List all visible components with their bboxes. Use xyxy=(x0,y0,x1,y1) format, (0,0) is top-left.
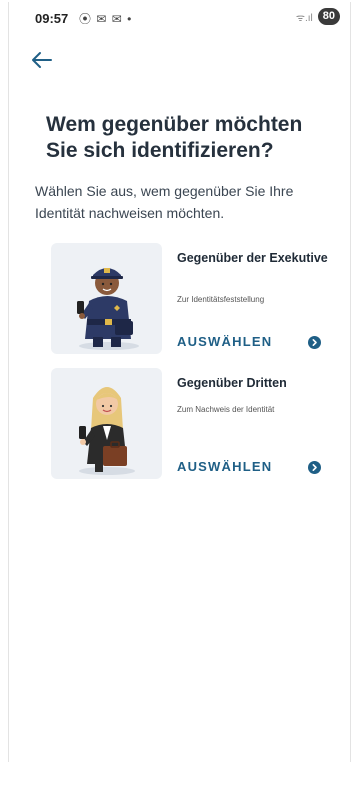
recent-apps-icon xyxy=(65,760,95,762)
battery-icon: 80 xyxy=(317,8,340,25)
status-bar: 09:57 ⦿ ✉ ✉ • ᯤ.ıl 80 xyxy=(9,2,350,32)
signal-icon: ᯤ.ıl xyxy=(295,12,313,24)
chevron-right-icon xyxy=(308,461,321,474)
page-subtitle: Wählen Sie aus, wem gegenüber Sie Ihre I… xyxy=(35,183,294,221)
status-right: ᯤ.ıl 80 xyxy=(296,8,340,25)
police-officer-illustration xyxy=(51,243,162,354)
option-title: Gegenüber der Exekutive xyxy=(177,251,328,265)
notification-icons: ⦿ ✉ ✉ • xyxy=(79,12,133,26)
option-card-exekutive[interactable]: Gegenüber der Exekutive Zur Identitätsfe… xyxy=(51,243,341,357)
home-button[interactable] xyxy=(167,760,197,762)
recent-apps-button[interactable] xyxy=(65,760,95,762)
back-button[interactable] xyxy=(31,50,53,70)
option-card-dritten[interactable]: Gegenüber Dritten Zum Nachweis der Ident… xyxy=(51,368,341,482)
select-label: AUSWÄHLEN xyxy=(177,459,273,474)
option-title: Gegenüber Dritten xyxy=(177,376,287,390)
system-nav-bar xyxy=(9,754,350,762)
arrow-left-icon xyxy=(32,52,52,68)
option-description: Zum Nachweis der Identität xyxy=(177,405,275,414)
woman-with-phone-illustration xyxy=(51,368,162,479)
select-label: AUSWÄHLEN xyxy=(177,334,273,349)
page-title: Wem gegenüber möchten Sie sich identifiz… xyxy=(46,113,303,162)
chevron-right-icon xyxy=(308,336,321,349)
select-button-dritten[interactable]: AUSWÄHLEN xyxy=(177,458,345,478)
app-screen: 09:57 ⦿ ✉ ✉ • ᯤ.ıl 80 Wem gegenüber möch… xyxy=(8,2,351,762)
home-icon xyxy=(167,760,197,762)
select-button-exekutive[interactable]: AUSWÄHLEN xyxy=(177,333,345,353)
back-icon xyxy=(275,760,305,762)
system-back-button[interactable] xyxy=(275,760,305,762)
status-time: 09:57 xyxy=(35,11,69,26)
option-description: Zur Identitätsfeststellung xyxy=(177,295,265,304)
